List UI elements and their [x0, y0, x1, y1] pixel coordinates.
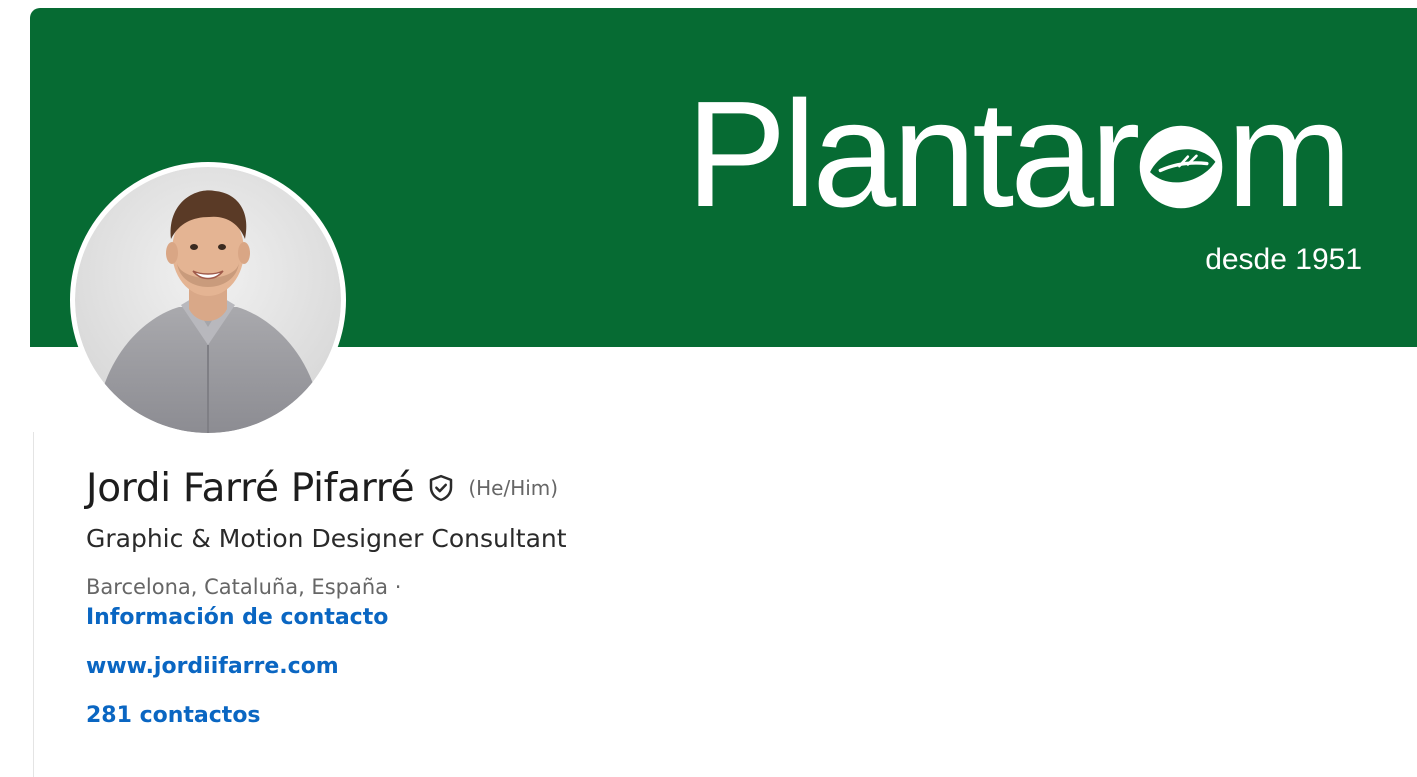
profile-pronouns: (He/Him) — [468, 476, 559, 500]
profile-headline: Graphic & Motion Designer Consultant — [86, 524, 567, 553]
leaf-logo-icon — [1140, 125, 1223, 209]
profile-location: Barcelona, Cataluña, España · — [86, 575, 402, 599]
connections-link[interactable]: 281 contactos — [86, 703, 567, 728]
section-divider — [33, 432, 34, 777]
brand-logo-text-right: m — [1226, 69, 1352, 238]
contact-info-link[interactable]: Información de contacto — [86, 605, 567, 630]
profile-card: Plantar m desde 1951 Jordi Farré Pifarré… — [0, 0, 1417, 777]
name-row: Jordi Farré Pifarré (He/Him) — [86, 458, 567, 518]
website-link[interactable]: www.jordiifarre.com — [86, 654, 567, 679]
profile-name: Jordi Farré Pifarré — [86, 465, 415, 511]
brand-tagline: desde 1951 — [1205, 243, 1362, 276]
profile-avatar[interactable] — [70, 162, 346, 438]
shield-check-icon[interactable] — [426, 473, 456, 503]
avatar-photo — [75, 167, 341, 433]
profile-info: Jordi Farré Pifarré (He/Him) Graphic & M… — [86, 458, 567, 729]
brand-logo: Plantar m — [686, 69, 1352, 238]
brand-logo-text-left: Plantar — [686, 69, 1140, 238]
